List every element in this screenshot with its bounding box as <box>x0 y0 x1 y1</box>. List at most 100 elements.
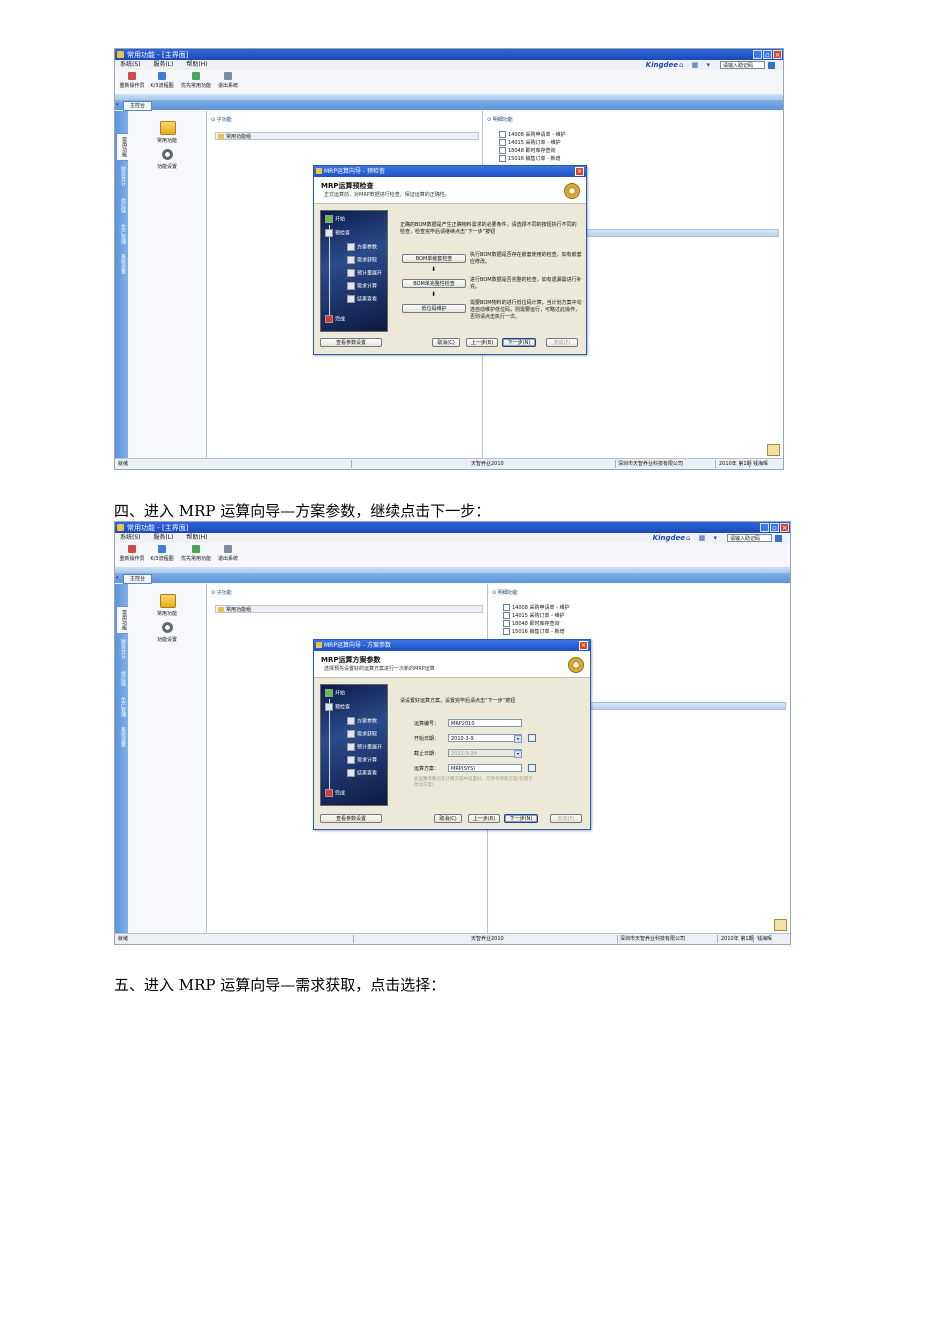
go-icon[interactable] <box>768 62 775 69</box>
note-text: 此运算参数已在计算方案中设置好，可参考修改方案(仅限于改动方案) <box>414 777 533 788</box>
menu-service[interactable]: 服务(L) <box>153 534 173 541</box>
left-item-settings[interactable]: 功能设置 <box>147 636 187 643</box>
exit-button[interactable]: 退出系统 <box>211 545 245 562</box>
dropdown-icon[interactable]: ▾ <box>116 575 119 581</box>
chevron-down-icon[interactable]: ▾ <box>514 750 522 758</box>
folder-icon <box>218 134 224 139</box>
favorites-button[interactable]: 优先常用功能 <box>179 72 213 89</box>
bom-integrity-check-button[interactable]: BOM单完整性检查 <box>402 279 466 288</box>
detail-item[interactable]: 14008 采购申请单 - 维护 <box>503 604 569 611</box>
tab-main-console[interactable]: 主控台 <box>123 101 153 111</box>
vtab-settings[interactable]: 系统设置 <box>116 251 127 277</box>
settings-gear-icon[interactable] <box>162 622 173 633</box>
left-item-settings[interactable]: 功能设置 <box>147 163 187 170</box>
tab-row: ▾ 主控台 <box>115 100 783 111</box>
detail-item[interactable]: 18048 即时库存查询 <box>503 620 560 627</box>
flow-step: 完成 <box>325 789 345 797</box>
menu-service[interactable]: 服务(L) <box>153 61 173 68</box>
exit-icon <box>224 72 232 80</box>
common-function-icon[interactable] <box>160 121 176 135</box>
menu-help[interactable]: 帮助(H) <box>186 534 207 541</box>
low-level-code-button[interactable]: 低位码维护 <box>402 304 466 313</box>
chevron-down-icon[interactable]: ▾ <box>514 735 522 743</box>
sub-function-title: ⊙ 子功能 <box>211 590 232 596</box>
relogin-button[interactable]: 重新操作员 <box>115 72 149 89</box>
flowchart-button[interactable]: K/3流程图 <box>145 545 179 562</box>
start-date-input[interactable]: 2010-3-9 <box>448 734 522 742</box>
home-icon[interactable]: ⌂ ▦ ▾ <box>686 534 720 542</box>
vtab-supply-chain[interactable]: 供应链 <box>116 193 127 217</box>
close-icon[interactable]: × <box>773 50 782 59</box>
go-icon[interactable] <box>775 535 782 542</box>
exit-button[interactable]: 退出系统 <box>211 72 245 89</box>
field-label: 开始日期： <box>414 736 440 742</box>
close-icon[interactable]: × <box>575 167 584 176</box>
left-pane: 常用功能 功能设置 <box>128 584 207 934</box>
calc-number-input[interactable]: MRP2010 <box>448 719 522 727</box>
menu-help[interactable]: 帮助(H) <box>186 61 207 68</box>
next-button[interactable]: 下一步(N) <box>504 814 538 823</box>
cancel-button[interactable]: 取消(C) <box>434 814 462 823</box>
detail-item[interactable]: 15016 销售订单 - 新增 <box>503 628 564 635</box>
next-button[interactable]: 下一步(N) <box>502 338 536 347</box>
tray-icon[interactable] <box>767 444 780 456</box>
scroll-bar[interactable] <box>589 702 786 710</box>
doc-icon <box>499 147 506 154</box>
detail-item[interactable]: 14008 采购申请单 - 维护 <box>499 131 565 138</box>
menu-system[interactable]: 系统(S) <box>120 61 141 68</box>
common-function-icon[interactable] <box>160 594 176 608</box>
help-code-input[interactable]: 请输入助记码 <box>720 61 765 69</box>
minimize-icon[interactable]: _ <box>760 523 769 532</box>
prev-button[interactable]: 上一步(B) <box>468 814 500 823</box>
calendar-icon[interactable] <box>528 734 536 742</box>
close-icon[interactable]: × <box>579 641 588 650</box>
vtab-production[interactable]: 生产管理 <box>116 694 127 720</box>
detail-item[interactable]: 18048 即时库存查询 <box>499 147 556 154</box>
prev-button[interactable]: 上一步(B) <box>466 338 498 347</box>
sub-function-item[interactable]: 常用功能组 <box>215 605 483 613</box>
detail-item[interactable]: 14015 采购订单 - 维护 <box>499 139 560 146</box>
sub-function-item[interactable]: 常用功能组 <box>215 132 479 140</box>
vtab-supply-chain[interactable]: 供应链 <box>116 666 127 690</box>
maximize-icon[interactable]: ▫ <box>770 523 779 532</box>
help-code-input[interactable]: 请输入助记码 <box>727 534 772 542</box>
dropdown-icon[interactable]: ▾ <box>116 102 119 108</box>
cancel-button[interactable]: 取消(C) <box>432 338 460 347</box>
view-params-button[interactable]: 查看参数设置 <box>320 814 382 823</box>
vtab-finance[interactable]: 财务会计 <box>116 163 127 189</box>
view-params-button[interactable]: 查看参数设置 <box>320 338 382 347</box>
menu-system[interactable]: 系统(S) <box>120 534 141 541</box>
detail-item[interactable]: 15016 销售订单 - 新增 <box>499 155 560 162</box>
detail-item[interactable]: 14015 采购订单 - 维护 <box>503 612 564 619</box>
end-date-input[interactable]: 2011-3-24 <box>448 749 522 757</box>
scroll-bar[interactable] <box>585 229 779 237</box>
minimize-icon[interactable]: _ <box>753 50 762 59</box>
tray-icon[interactable] <box>774 919 787 931</box>
star-icon <box>192 72 200 80</box>
caption-step5: 五、进入 MRP 运算向导—需求获取，点击选择： <box>114 976 446 994</box>
tab-main-console[interactable]: 主控台 <box>123 574 153 584</box>
brand-logo: Kingdee <box>645 61 678 69</box>
dialog-title: MRP运算向导 - 方案参数 <box>324 642 391 649</box>
home-icon[interactable]: ⌂ ▦ ▾ <box>679 61 713 69</box>
tab-row: ▾ 主控台 <box>115 573 790 584</box>
vtab-production[interactable]: 生产管理 <box>116 221 127 247</box>
flowchart-button[interactable]: K/3流程图 <box>145 72 179 89</box>
left-item-common[interactable]: 常用功能 <box>147 610 187 617</box>
calc-scheme-input[interactable]: MRP(SYS) <box>448 764 522 772</box>
vtab-finance[interactable]: 财务会计 <box>116 636 127 662</box>
scheme-lookup-icon[interactable] <box>528 764 536 772</box>
maximize-icon[interactable]: ▫ <box>763 50 772 59</box>
flow-step: 开始 <box>325 689 345 697</box>
dialog-titlebar: MRP运算向导 - 方案参数 × <box>314 640 590 651</box>
favorites-button[interactable]: 优先常用功能 <box>179 545 213 562</box>
close-icon[interactable]: × <box>780 523 789 532</box>
vtab-settings[interactable]: 系统设置 <box>116 724 127 750</box>
settings-gear-icon[interactable] <box>162 149 173 160</box>
finish-button[interactable]: 完成(F) <box>550 814 582 823</box>
status-user: 钱海晖 <box>757 936 773 942</box>
left-item-common[interactable]: 常用功能 <box>147 137 187 144</box>
finish-button[interactable]: 完成(F) <box>546 338 578 347</box>
relogin-button[interactable]: 重新操作员 <box>115 545 149 562</box>
bom-nesting-check-button[interactable]: BOM单嵌套检查 <box>402 254 466 263</box>
